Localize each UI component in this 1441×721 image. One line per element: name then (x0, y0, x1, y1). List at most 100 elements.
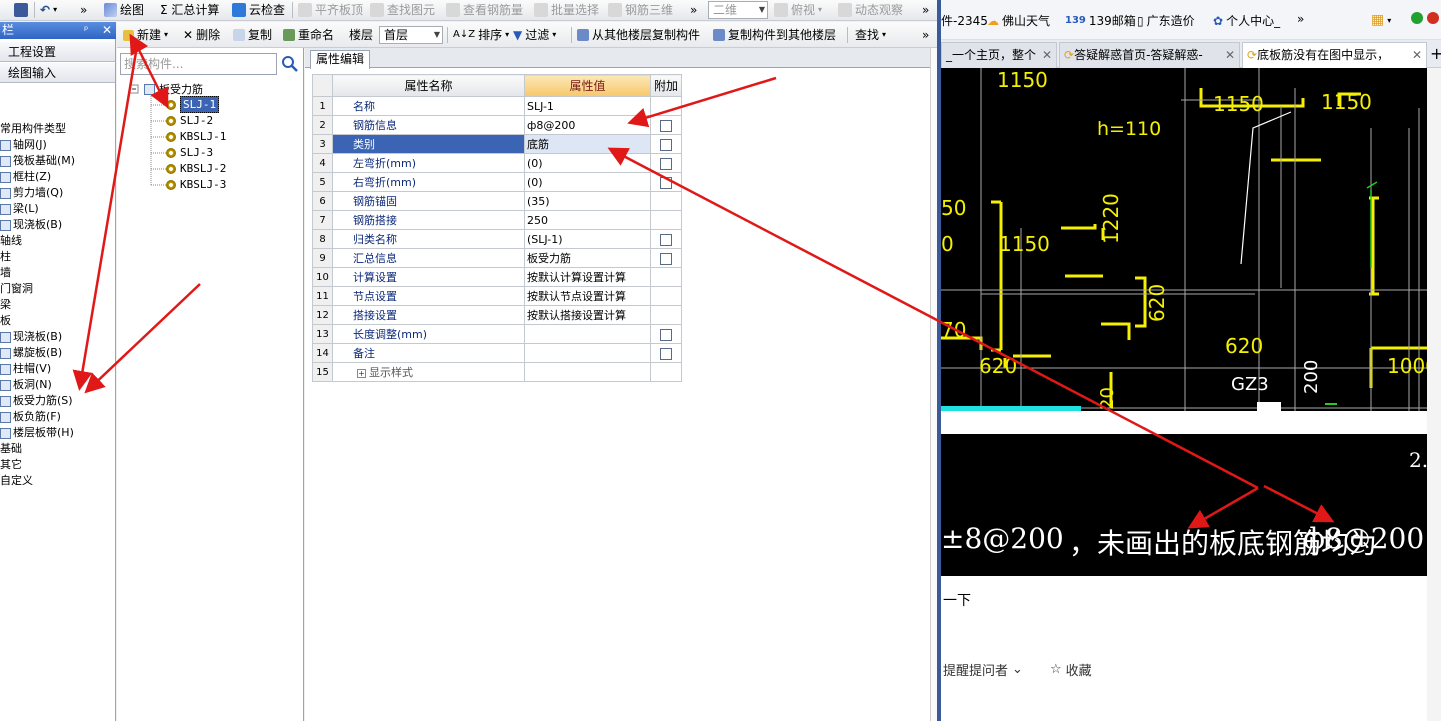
extra-checkbox[interactable] (660, 233, 672, 246)
extra-checkbox[interactable] (660, 138, 672, 151)
component-item[interactable]: KBSLJ-2 (166, 161, 226, 176)
floor-select[interactable]: 首层 ▼ (379, 26, 443, 44)
find-button[interactable]: 查找 ▾ (855, 25, 886, 45)
undo-icon[interactable]: ↶ ▾ (40, 0, 57, 20)
close-icon[interactable]: ✕ (102, 22, 112, 39)
filter-button[interactable]: ▼ 过滤 ▾ (513, 25, 556, 45)
bookmark-personal-center[interactable]: ✿ 个人中心_ (1213, 12, 1280, 29)
cloud-check-button[interactable]: 云检查 (232, 0, 285, 20)
property-value-cell[interactable]: (SLJ-1) (524, 229, 651, 249)
tree-item[interactable]: 剪力墙(Q) (0, 185, 63, 201)
tree-item[interactable]: 板 (0, 313, 11, 329)
tree-item[interactable]: 楼层板带(H) (0, 425, 74, 441)
property-value-cell[interactable]: (0) (524, 153, 651, 173)
component-item[interactable]: SLJ-2 (166, 113, 213, 128)
table-row[interactable]: 2 钢筋信息 ф8@200 (312, 115, 682, 135)
save-icon[interactable] (14, 0, 28, 20)
table-row[interactable]: 5 右弯折(mm) (0) (312, 172, 682, 192)
bookmark-gd-cost[interactable]: ▯ 广东造价 (1137, 12, 1195, 29)
summary-calc-button[interactable]: Σ 汇总计算 (160, 0, 219, 20)
extra-checkbox[interactable] (660, 347, 672, 360)
tree-item[interactable]: 板受力筋(S) (0, 393, 73, 409)
copy-from-floor-button[interactable]: 从其他楼层复制构件 (577, 25, 700, 45)
tree-item[interactable]: 常用构件类型 (0, 121, 66, 137)
bookmark-weather[interactable]: ☁ 佛山天气 (987, 12, 1050, 29)
browser-tab-3[interactable]: ⟳底板筋没有在图中显示， ✕ (1242, 42, 1427, 68)
tree-item[interactable]: 柱 (0, 249, 11, 265)
tree-item[interactable]: 自定义 (0, 473, 33, 489)
tree-item[interactable]: 现浇板(B) (0, 217, 62, 233)
table-row[interactable]: 11 节点设置 按默认节点设置计算 (312, 286, 682, 306)
property-value-cell[interactable]: (0) (524, 172, 651, 192)
tree-root-item[interactable]: 板受力筋 (144, 82, 203, 97)
table-row[interactable]: 13 长度调整(mm) (312, 324, 682, 344)
tree-item[interactable]: 筏板基础(M) (0, 153, 75, 169)
overflow-chevron-icon[interactable]: » (80, 0, 87, 20)
property-value-cell[interactable]: 按默认搭接设置计算 (524, 305, 651, 325)
tree-item[interactable]: 基础 (0, 441, 22, 457)
tree-item[interactable]: 板负筋(F) (0, 409, 61, 425)
batch-select-button[interactable]: 批量选择 (534, 0, 599, 20)
extra-checkbox[interactable] (660, 119, 672, 132)
close-icon[interactable]: ✕ (1412, 43, 1422, 67)
component-search-input[interactable]: 搜索构件... (120, 53, 277, 75)
extra-checkbox[interactable] (660, 176, 672, 189)
component-item[interactable]: KBSLJ-1 (166, 129, 226, 144)
new-tab-icon[interactable]: + (1430, 44, 1441, 63)
table-row[interactable]: 9 汇总信息 板受力筋 (312, 248, 682, 268)
table-row[interactable]: 8 归类名称 (SLJ-1) (312, 229, 682, 249)
favorite-button[interactable]: ☆ 收藏 (1050, 660, 1092, 679)
extension-red-icon[interactable] (1427, 12, 1439, 24)
property-value-cell[interactable] (524, 324, 651, 344)
browser-tab-1[interactable]: _一个主页，整个 ✕ (941, 42, 1057, 68)
view-rebar-button[interactable]: 查看钢筋量 (446, 0, 523, 20)
apps-grid-icon[interactable]: ▦ ▾ (1371, 12, 1391, 28)
delete-button[interactable]: ✕ 删除 (183, 25, 220, 45)
property-value-cell[interactable] (524, 362, 651, 382)
sort-button[interactable]: A↓Z 排序 ▾ (453, 25, 509, 45)
project-settings-button[interactable]: 工程设置 (0, 42, 115, 62)
drawing-input-button[interactable]: 绘图输入 (0, 63, 115, 83)
extension-green-icon[interactable] (1411, 12, 1423, 24)
tree-item[interactable]: 门窗洞 (0, 281, 33, 297)
overflow-chevron-icon[interactable]: » (690, 0, 697, 20)
tree-item[interactable]: 框柱(Z) (0, 169, 51, 185)
dynamic-view-button[interactable]: 动态观察 (838, 0, 903, 20)
tree-item[interactable]: 螺旋板(B) (0, 345, 62, 361)
browser-tab-2[interactable]: ⟳答疑解惑首页-答疑解惑- ✕ (1059, 42, 1240, 68)
column-header-extra[interactable]: 附加 (650, 74, 682, 97)
view-mode-select[interactable]: 二维 ▼ (708, 1, 768, 19)
extra-checkbox[interactable] (660, 252, 672, 265)
rename-button[interactable]: 重命名 (283, 25, 334, 45)
draw-button[interactable]: 绘图 (104, 0, 144, 20)
overflow-chevron-icon[interactable]: » (922, 25, 929, 45)
property-value-cell[interactable]: 250 (524, 210, 651, 230)
extra-checkbox[interactable] (660, 328, 672, 341)
table-row[interactable]: 1 名称 SLJ-1 (312, 96, 682, 116)
property-value-cell[interactable]: 底筋 (524, 134, 651, 154)
property-value-cell[interactable]: 按默认计算设置计算 (524, 267, 651, 287)
overflow-chevron-icon[interactable]: » (922, 0, 929, 20)
copy-button[interactable]: 复制 (233, 25, 272, 45)
table-row[interactable]: 7 钢筋搭接 250 (312, 210, 682, 230)
table-row[interactable]: 6 钢筋锚固 (35) (312, 191, 682, 211)
rebar-3d-button[interactable]: 钢筋三维 (608, 0, 673, 20)
tree-item[interactable]: 梁 (0, 297, 11, 313)
panel-scrollbar[interactable] (930, 48, 937, 721)
pin-icon[interactable]: ᵖ (84, 22, 88, 39)
tree-item[interactable]: 轴网(J) (0, 137, 47, 153)
column-header-value[interactable]: 属性值 (524, 74, 651, 97)
bookmark-2345[interactable]: 件-2345 (941, 12, 988, 29)
table-row[interactable]: 4 左弯折(mm) (0) (312, 153, 682, 173)
tree-item[interactable]: 其它 (0, 457, 22, 473)
new-button[interactable]: 新建 ▾ (123, 25, 168, 45)
tab-property-edit[interactable]: 属性编辑 (310, 50, 370, 69)
tree-item[interactable]: 梁(L) (0, 201, 39, 217)
property-value-cell[interactable]: (35) (524, 191, 651, 211)
property-value-cell[interactable]: 按默认节点设置计算 (524, 286, 651, 306)
component-item[interactable]: KBSLJ-3 (166, 177, 226, 192)
tree-item[interactable]: 墙 (0, 265, 11, 281)
column-header-name[interactable]: 属性名称 (332, 74, 525, 97)
remind-asker-link[interactable]: 提醒提问者 ⌄ (943, 660, 1023, 679)
close-icon[interactable]: ✕ (1225, 43, 1235, 67)
